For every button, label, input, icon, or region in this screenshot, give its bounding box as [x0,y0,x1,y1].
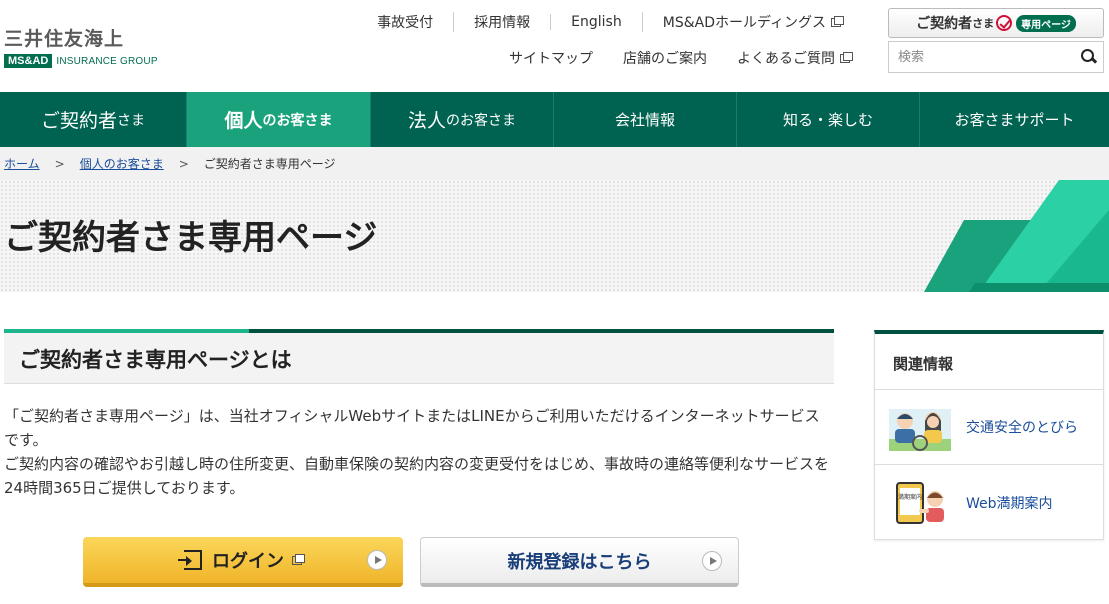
intro-paragraph: 「ご契約者さま専用ページ」は、当社オフィシャルWebサイトまたはLINEからご利… [4,407,820,449]
svg-text:満期案内: 満期案内 [898,493,922,501]
arrow-right-icon [367,550,387,570]
page-title: ご契約者さま専用ページ [4,218,378,258]
external-link-icon [831,16,844,27]
nav-company-info[interactable]: 会社情報 [554,92,737,147]
sidebar-link-label: 交通安全のとびら [966,420,1078,436]
driver-illustration-icon [889,409,951,451]
breadcrumb: ホーム > 個人のお客さま > ご契約者さま専用ページ [0,147,1109,180]
section-body: 「ご契約者さま専用ページ」は、当社オフィシャルWebサイトまたはLINEからご利… [4,404,834,500]
search-box [888,41,1104,73]
check-circle-icon [996,15,1013,31]
breadcrumb-separator: > [54,156,65,171]
services-paragraph: ご契約内容の確認やお引越し時の住所変更、自動車保険の契約内容の変更受付をはじめ、… [4,455,830,497]
phone-renewal-icon: 満期案内 [896,481,944,524]
breadcrumb-current: ご契約者さま専用ページ [203,157,336,171]
link-recruit[interactable]: 採用情報 [453,12,550,32]
brand-logo[interactable]: 三井住友海上 MS&AD INSURANCE GROUP [4,24,158,68]
related-info-sidebar: 関連情報 交通安全のとびら 満期案内 Web満期案内 [874,330,1104,540]
section-header: ご契約者さま専用ページとは [4,329,834,384]
search-input[interactable] [889,42,1073,72]
register-button[interactable]: 新規登録はこちら [420,537,739,587]
nav-contractor[interactable]: ご契約者 さま [0,92,187,147]
link-holdings[interactable]: MS&ADホールディングス [641,12,861,32]
utility-nav-primary: 事故受付 採用情報 English MS&ADホールディングス [357,12,861,32]
decorative-stripes [924,180,1109,292]
sidebar-link-web-renewal[interactable]: 満期案内 Web満期案内 [875,465,1103,540]
section-heading: ご契約者さま専用ページとは [19,348,292,372]
external-link-icon [840,52,853,63]
utility-nav-secondary: サイトマップ 店舗のご案内 よくあるご質問 [494,48,865,68]
link-accident[interactable]: 事故受付 [357,12,453,32]
logo-group-text: INSURANCE GROUP [56,55,158,67]
global-nav: ご契約者 さま 個人 のお客さま 法人 のお客さま 会社情報 知る・楽しむ お客さまサ… [0,92,1109,147]
logo-name: 三井住友海上 [4,28,125,50]
login-icon [178,550,202,570]
link-faq[interactable]: よくあるご質問 [722,48,865,68]
sidebar-title: 関連情報 [875,334,1103,390]
logo-msad: MS&AD [4,54,53,68]
nav-learn-enjoy[interactable]: 知る・楽しむ [737,92,920,147]
logo-group-line: MS&AD INSURANCE GROUP [4,54,158,68]
page-title-band: ご契約者さま専用ページ [0,180,1109,292]
link-store-guide[interactable]: 店舗のご案内 [608,48,722,68]
breadcrumb-separator: > [178,156,189,171]
site-header: 三井住友海上 MS&AD INSURANCE GROUP 事故受付 採用情報 E… [0,0,1109,92]
sidebar-link-label: Web満期案内 [966,495,1053,512]
sidebar-link-traffic-safety[interactable]: 交通安全のとびら [875,390,1103,465]
link-english[interactable]: English [550,14,642,30]
link-sitemap[interactable]: サイトマップ [494,48,608,68]
arrow-right-icon [702,551,722,571]
nav-corporate[interactable]: 法人 のお客さま [371,92,554,147]
nav-customer-support[interactable]: お客さまサポート [920,92,1109,147]
breadcrumb-individual[interactable]: 個人のお客さま [80,155,164,172]
login-button[interactable]: ログイン [83,537,403,587]
breadcrumb-home[interactable]: ホーム [4,155,40,172]
contract-page-button[interactable]: ご契約者 さま 専用ページ [888,8,1104,38]
nav-individual[interactable]: 個人 のお客さま [187,92,371,147]
external-link-icon [292,553,305,565]
dedicated-page-tag: 専用ページ [1016,14,1076,32]
search-icon[interactable] [1073,42,1103,72]
